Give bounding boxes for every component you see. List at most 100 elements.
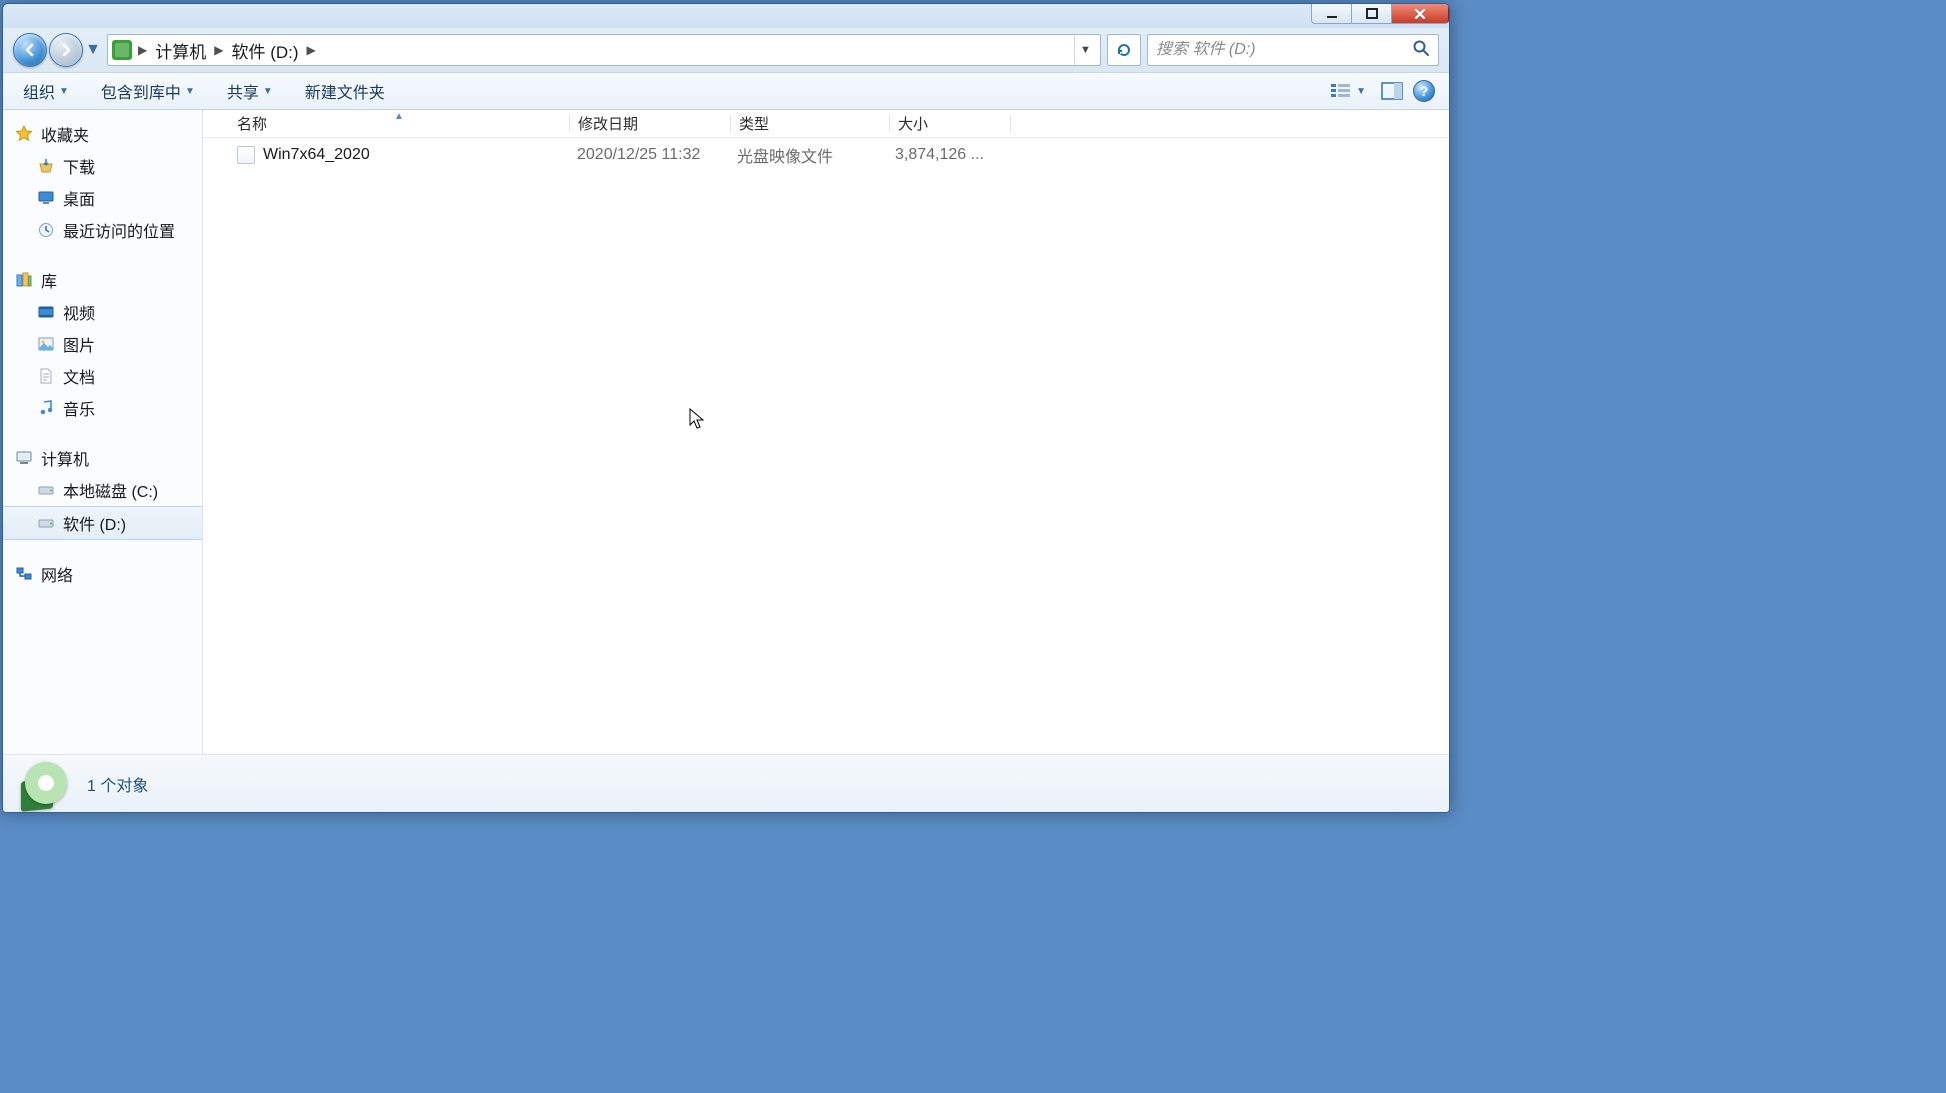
- file-list-pane: ▲ 名称 修改日期 类型 大小 Win7x64_20202020/12/25 1…: [203, 110, 1449, 754]
- location-icon: [112, 40, 132, 60]
- preview-pane-button[interactable]: [1381, 82, 1403, 100]
- explorer-window: ▼ ▶ 计算机 ▶ 软件 (D:) ▶ ▼: [2, 3, 1450, 813]
- navigation-bar: ▼ ▶ 计算机 ▶ 软件 (D:) ▶ ▼: [3, 28, 1449, 72]
- download-icon: [37, 157, 55, 175]
- forward-button[interactable]: [49, 33, 83, 67]
- sidebar-item-recent[interactable]: 最近访问的位置: [3, 214, 202, 246]
- sidebar-item-label: 下载: [63, 154, 95, 178]
- sidebar-head-favorites[interactable]: 收藏夹: [3, 118, 202, 150]
- file-name: Win7x64_2020: [263, 146, 370, 164]
- network-icon: [15, 565, 33, 583]
- sidebar-head-libraries[interactable]: 库: [3, 264, 202, 296]
- breadcrumb-current[interactable]: 软件 (D:): [225, 35, 304, 65]
- details-count: 1 个对象: [87, 772, 148, 796]
- sidebar-item-music[interactable]: 音乐: [3, 392, 202, 424]
- sort-asc-icon: ▲: [394, 111, 404, 122]
- file-type: 光盘映像文件: [729, 143, 887, 167]
- star-icon: [15, 125, 33, 143]
- minimize-button[interactable]: [1311, 4, 1351, 24]
- sidebar-head-computer[interactable]: 计算机: [3, 442, 202, 474]
- column-header-name[interactable]: ▲ 名称: [229, 113, 569, 134]
- column-label: 名称: [237, 116, 267, 133]
- file-row[interactable]: Win7x64_20202020/12/25 11:32光盘映像文件3,874,…: [203, 138, 1449, 172]
- drive-large-icon: [21, 760, 69, 808]
- sidebar-item-documents[interactable]: 文档: [3, 360, 202, 392]
- empty-area[interactable]: [203, 172, 1449, 754]
- sidebar-group-favorites: 收藏夹 下载 桌面 最近访问的位置: [3, 118, 202, 246]
- sidebar-item-label: 文档: [63, 364, 95, 388]
- sidebar-label: 库: [41, 268, 57, 292]
- sidebar-item-drive-d[interactable]: 软件 (D:): [3, 506, 202, 540]
- cursor-icon: [689, 408, 707, 430]
- pictures-icon: [37, 335, 55, 353]
- share-menu[interactable]: 共享 ▼: [221, 75, 279, 107]
- breadcrumb-sep-icon: ▶: [136, 43, 149, 57]
- titlebar: [3, 4, 1449, 28]
- sidebar-item-videos[interactable]: 视频: [3, 296, 202, 328]
- include-label: 包含到库中: [101, 79, 181, 103]
- sidebar-group-computer: 计算机 本地磁盘 (C:) 软件 (D:): [3, 442, 202, 540]
- sidebar-item-label: 桌面: [63, 186, 95, 210]
- breadcrumb-sep-icon: ▶: [305, 43, 318, 57]
- column-header-type[interactable]: 类型: [731, 113, 889, 134]
- organize-label: 组织: [23, 79, 55, 103]
- sidebar-item-drive-c[interactable]: 本地磁盘 (C:): [3, 474, 202, 506]
- maximize-button[interactable]: [1351, 4, 1391, 24]
- breadcrumb-sep-icon: ▶: [212, 43, 225, 57]
- address-bar[interactable]: ▶ 计算机 ▶ 软件 (D:) ▶ ▼: [107, 34, 1101, 66]
- back-button[interactable]: [13, 33, 47, 67]
- details-pane: 1 个对象: [3, 754, 1449, 812]
- sidebar-head-network[interactable]: 网络: [3, 558, 202, 590]
- address-dropdown[interactable]: ▼: [1074, 35, 1096, 65]
- sidebar-item-label: 本地磁盘 (C:): [63, 478, 158, 502]
- search-icon: [1412, 39, 1430, 62]
- column-header-date[interactable]: 修改日期: [570, 113, 730, 134]
- refresh-button[interactable]: [1107, 34, 1141, 66]
- sidebar-group-network: 网络: [3, 558, 202, 590]
- file-rows: Win7x64_20202020/12/25 11:32光盘映像文件3,874,…: [203, 138, 1449, 172]
- breadcrumb-root[interactable]: 计算机: [149, 35, 212, 65]
- navigation-pane: 收藏夹 下载 桌面 最近访问的位置: [3, 110, 203, 754]
- chevron-down-icon: ▼: [1352, 86, 1370, 97]
- chevron-down-icon: ▼: [59, 86, 69, 97]
- column-headers: ▲ 名称 修改日期 类型 大小: [203, 110, 1449, 138]
- iso-file-icon: [237, 146, 255, 164]
- view-mode-button[interactable]: ▼: [1329, 81, 1371, 101]
- recent-icon: [37, 221, 55, 239]
- sidebar-item-label: 图片: [63, 332, 95, 356]
- include-menu[interactable]: 包含到库中 ▼: [95, 75, 201, 107]
- search-box[interactable]: [1147, 34, 1439, 66]
- new-folder-label: 新建文件夹: [305, 79, 385, 103]
- organize-menu[interactable]: 组织 ▼: [17, 75, 75, 107]
- video-icon: [37, 303, 55, 321]
- sidebar-label: 计算机: [41, 446, 89, 470]
- sidebar-group-libraries: 库 视频 图片 文档 音: [3, 264, 202, 424]
- computer-icon: [15, 449, 33, 467]
- share-label: 共享: [227, 79, 259, 103]
- help-button[interactable]: ?: [1413, 80, 1435, 102]
- drive-icon: [37, 481, 55, 499]
- search-input[interactable]: [1156, 41, 1412, 59]
- libraries-icon: [15, 271, 33, 289]
- history-dropdown[interactable]: ▼: [85, 41, 101, 59]
- desktop-icon: [37, 189, 55, 207]
- sidebar-item-label: 音乐: [63, 396, 95, 420]
- chevron-down-icon: ▼: [263, 86, 273, 97]
- window-controls: [1311, 4, 1449, 24]
- close-button[interactable]: [1391, 4, 1449, 24]
- toolbar: 组织 ▼ 包含到库中 ▼ 共享 ▼ 新建文件夹: [3, 72, 1449, 110]
- new-folder-button[interactable]: 新建文件夹: [299, 75, 391, 107]
- drive-icon: [37, 514, 55, 532]
- file-size: 3,874,126 ...: [887, 146, 1007, 164]
- sidebar-item-label: 软件 (D:): [63, 511, 126, 535]
- music-icon: [37, 399, 55, 417]
- column-header-size[interactable]: 大小: [890, 113, 1010, 134]
- sidebar-item-downloads[interactable]: 下载: [3, 150, 202, 182]
- sidebar-label: 网络: [41, 562, 73, 586]
- views-icon: [1330, 82, 1352, 100]
- sidebar-item-label: 视频: [63, 300, 95, 324]
- sidebar-item-pictures[interactable]: 图片: [3, 328, 202, 360]
- documents-icon: [37, 367, 55, 385]
- sidebar-label: 收藏夹: [41, 122, 89, 146]
- sidebar-item-desktop[interactable]: 桌面: [3, 182, 202, 214]
